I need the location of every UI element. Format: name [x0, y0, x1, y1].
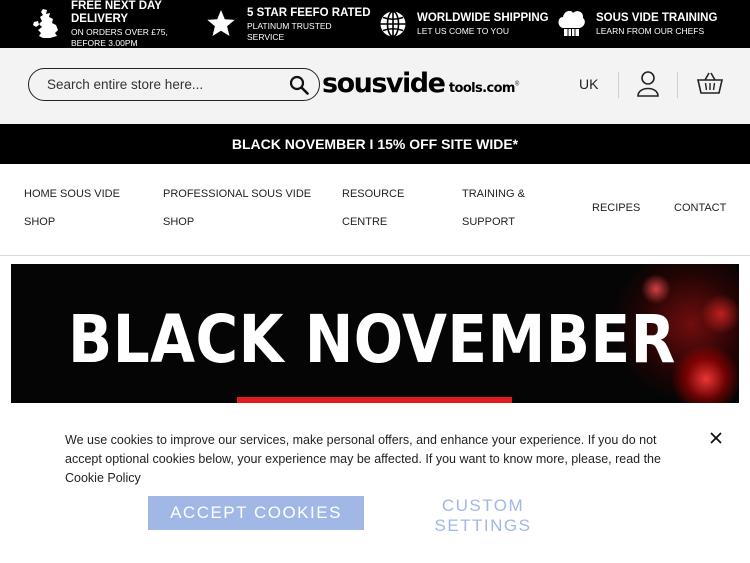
usp-training[interactable]: SOUS VIDE TRAINING LEARN FROM OUR CHEFS — [550, 0, 750, 48]
hero-glow — [641, 274, 671, 304]
search-icon[interactable] — [289, 75, 309, 95]
header-divider — [618, 72, 619, 98]
main-nav: HOME SOUS VIDE SHOP PROFESSIONAL SOUS VI… — [0, 164, 750, 256]
uk-map-icon — [33, 9, 58, 38]
site-logo[interactable]: sousvide tools.com® — [322, 68, 519, 102]
usp-shipping-sub: LET US COME TO YOU — [417, 26, 509, 36]
usp-delivery-title-1: FREE NEXT DAY — [71, 0, 162, 12]
nav-item-label: CONTACT — [674, 202, 727, 214]
usp-shipping-title: WORLDWIDE SHIPPING — [417, 12, 549, 24]
close-icon[interactable] — [709, 431, 723, 445]
usp-training-title: SOUS VIDE TRAINING — [596, 12, 718, 24]
usp-delivery-title-2: DELIVERY — [71, 13, 129, 25]
nav-item-label: PROFESSIONAL SOUS VIDE — [163, 188, 312, 200]
nav-item-recipes[interactable]: RECIPES — [592, 194, 640, 222]
usp-feefo-sub-1: PLATINUM TRUSTED — [247, 21, 332, 31]
cookie-banner: We use cookies to improve our services, … — [0, 403, 750, 563]
hero-glow — [671, 344, 739, 404]
nav-item-training-support[interactable]: TRAINING & SUPPORT — [462, 180, 525, 236]
nav-item-label: SUPPORT — [462, 216, 515, 228]
nav-item-contact[interactable]: CONTACT — [674, 194, 726, 222]
usp-shipping[interactable]: WORLDWIDE SHIPPING LET US COME TO YOU — [370, 0, 550, 48]
usp-delivery[interactable]: FREE NEXT DAY DELIVERY ON ORDERS OVER £7… — [0, 0, 190, 48]
nav-item-home-sous-vide-shop[interactable]: HOME SOUS VIDE SHOP — [24, 180, 120, 236]
nav-item-label: CENTRE — [342, 216, 388, 228]
usp-training-sub: LEARN FROM OUR CHEFS — [596, 26, 705, 36]
promo-banner[interactable]: BLACK NOVEMBER I 15% OFF SITE WIDE* — [0, 124, 750, 164]
logo-mark: ® — [514, 81, 520, 88]
logo-suffix: tools.com — [448, 81, 516, 96]
nav-item-professional-sous-vide-shop[interactable]: PROFESSIONAL SOUS VIDE SHOP — [163, 180, 311, 236]
nav-item-label: RECIPES — [592, 202, 641, 214]
basket-icon[interactable] — [696, 71, 724, 95]
nav-item-label: SHOP — [24, 216, 56, 228]
hero-title: BLACK NOVEMBER — [68, 301, 676, 378]
usp-delivery-sub-1: ON ORDERS OVER £75, — [71, 27, 168, 37]
hero-glow — [701, 294, 739, 334]
usp-bar: FREE NEXT DAY DELIVERY ON ORDERS OVER £7… — [0, 0, 750, 48]
star-icon — [207, 10, 235, 36]
nav-item-label: SHOP — [163, 216, 195, 228]
language-selector[interactable]: UK — [579, 76, 598, 92]
site-header: sousvide tools.com® UK — [0, 48, 750, 124]
nav-item-label: TRAINING & — [462, 188, 525, 200]
hero-banner[interactable]: BLACK NOVEMBER — [11, 264, 739, 404]
account-icon[interactable] — [636, 70, 660, 98]
usp-feefo[interactable]: 5 STAR FEEFO RATED PLATINUM TRUSTED SERV… — [190, 0, 371, 48]
custom-settings-button[interactable]: CUSTOM SETTINGS — [392, 496, 574, 535]
globe-icon — [380, 10, 406, 38]
nav-item-label: HOME SOUS VIDE — [24, 188, 120, 200]
nav-item-label: RESOURCE — [342, 188, 405, 200]
accept-cookies-button[interactable]: ACCEPT COOKIES — [148, 496, 364, 530]
search-box — [28, 68, 320, 101]
search-input[interactable] — [47, 75, 277, 94]
usp-feefo-title: 5 STAR FEEFO RATED — [247, 7, 371, 19]
chef-hat-icon — [558, 10, 585, 36]
cookie-message: We use cookies to improve our services, … — [65, 433, 661, 485]
usp-feefo-sub-2: SERVICE — [247, 32, 285, 42]
logo-main: sousvide — [322, 68, 446, 99]
header-divider — [677, 72, 678, 98]
nav-item-resource-centre[interactable]: RESOURCE CENTRE — [342, 180, 404, 236]
